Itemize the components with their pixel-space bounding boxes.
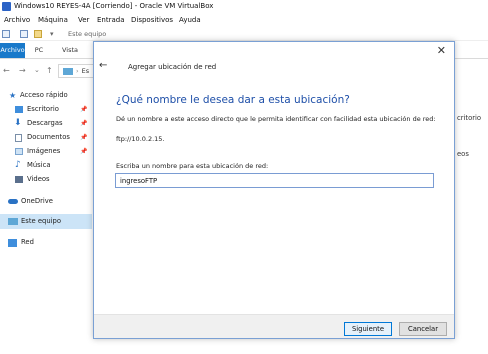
sidebar-item-label: Imágenes	[27, 147, 61, 155]
right-item-escritorio[interactable]: critorio	[457, 114, 481, 122]
network-icon	[8, 239, 17, 247]
navigation-pane: ★ Acceso rápido Escritorio 📌 ⬇ Descargas…	[0, 84, 92, 354]
menu-ayuda[interactable]: Ayuda	[179, 13, 201, 27]
sidebar-item-label: Videos	[27, 175, 50, 183]
sidebar-item-label: Descargas	[27, 119, 63, 127]
sidebar-item-label: Red	[21, 238, 34, 246]
properties-icon[interactable]	[20, 30, 28, 38]
next-button[interactable]: Siguiente	[344, 322, 392, 336]
address-text: Es	[81, 67, 90, 75]
sidebar-item-label: Música	[27, 161, 51, 169]
download-icon: ⬇	[14, 118, 22, 128]
pin-icon[interactable]: 📌	[80, 117, 87, 130]
breadcrumb-separator-icon: ›	[76, 67, 79, 75]
sidebar-item-musica[interactable]: ♪ Música	[0, 159, 92, 172]
videos-icon	[15, 176, 23, 183]
menu-archivo[interactable]: Archivo	[4, 13, 30, 27]
page-heading: ¿Qué nombre le desea dar a esta ubicació…	[116, 94, 350, 106]
cancel-button[interactable]: Cancelar	[399, 322, 447, 336]
vbox-titlebar: Windows10 REYES-4A [Corriendo] - Oracle …	[0, 0, 488, 13]
sidebar-item-descargas[interactable]: ⬇ Descargas 📌	[0, 117, 92, 130]
window-title: Windows10 REYES-4A [Corriendo] - Oracle …	[14, 2, 214, 10]
tab-vista[interactable]: Vista	[57, 43, 83, 58]
menu-maquina[interactable]: Máquina	[38, 13, 68, 27]
computer-icon	[8, 218, 18, 225]
sidebar-item-escritorio[interactable]: Escritorio 📌	[0, 103, 92, 116]
right-item-videos[interactable]: eos	[457, 150, 469, 158]
sidebar-item-label: Escritorio	[27, 105, 59, 113]
sidebar-item-label: Documentos	[27, 133, 70, 141]
tab-archivo[interactable]: Archivo	[0, 43, 25, 58]
add-network-location-dialog: ✕ ← Agregar ubicación de red ¿Qué nombre…	[93, 41, 455, 339]
sidebar-item-videos[interactable]: Videos	[0, 173, 92, 186]
sidebar-item-label: OneDrive	[21, 197, 53, 205]
sidebar-item-imagenes[interactable]: Imágenes 📌	[0, 145, 92, 158]
address-bar[interactable]: › Es	[58, 64, 98, 78]
music-icon: ♪	[15, 160, 21, 170]
sidebar-item-onedrive[interactable]: OneDrive	[0, 195, 92, 208]
menu-ver[interactable]: Ver	[78, 13, 89, 27]
recent-locations-icon[interactable]: ⌄	[34, 66, 40, 74]
sidebar-item-label: Acceso rápido	[20, 91, 68, 99]
description-text: Dé un nombre a este acceso directo que l…	[116, 115, 436, 123]
up-arrow-icon[interactable]: ↑	[46, 66, 53, 75]
forward-arrow-icon[interactable]: →	[19, 66, 26, 75]
virtualbox-icon	[2, 2, 11, 11]
qat-location: Este equipo	[68, 30, 107, 38]
qat-dropdown-icon[interactable]: ▾	[50, 30, 58, 38]
pin-icon[interactable]: 📌	[80, 145, 87, 158]
menu-dispositivos[interactable]: Dispositivos	[131, 13, 173, 27]
back-arrow-icon[interactable]: ←	[3, 66, 10, 75]
documents-icon	[15, 134, 22, 142]
wizard-title: Agregar ubicación de red	[128, 63, 217, 71]
dialog-footer: Siguiente Cancelar	[94, 314, 454, 338]
menu-entrada[interactable]: Entrada	[97, 13, 125, 27]
close-icon[interactable]: ✕	[437, 45, 446, 57]
computer-icon	[2, 30, 10, 38]
desktop-folder-icon	[15, 106, 23, 113]
quick-access-toolbar: ▾ Este equipo	[0, 27, 488, 41]
name-field-label: Escriba un nombre para esta ubicación de…	[116, 162, 269, 170]
pin-icon[interactable]: 📌	[80, 131, 87, 144]
back-arrow-icon[interactable]: ←	[99, 60, 107, 72]
star-icon: ★	[9, 91, 17, 100]
cloud-icon	[8, 199, 18, 204]
sidebar-item-este-equipo[interactable]: Este equipo	[0, 214, 92, 229]
pin-icon[interactable]: 📌	[80, 103, 87, 116]
sidebar-item-documentos[interactable]: Documentos 📌	[0, 131, 92, 144]
location-url: ftp://10.0.2.15.	[116, 135, 165, 143]
tab-pc[interactable]: PC	[31, 43, 47, 58]
computer-icon	[63, 67, 73, 75]
location-name-input[interactable]	[115, 173, 434, 188]
sidebar-item-label: Este equipo	[21, 217, 62, 225]
sidebar-item-red[interactable]: Red	[0, 236, 92, 249]
vbox-menubar: Archivo Máquina Ver Entrada Dispositivos…	[0, 13, 488, 27]
new-folder-icon[interactable]	[34, 30, 42, 38]
pictures-icon	[15, 148, 23, 155]
sidebar-item-acceso-rapido[interactable]: ★ Acceso rápido	[0, 89, 92, 102]
